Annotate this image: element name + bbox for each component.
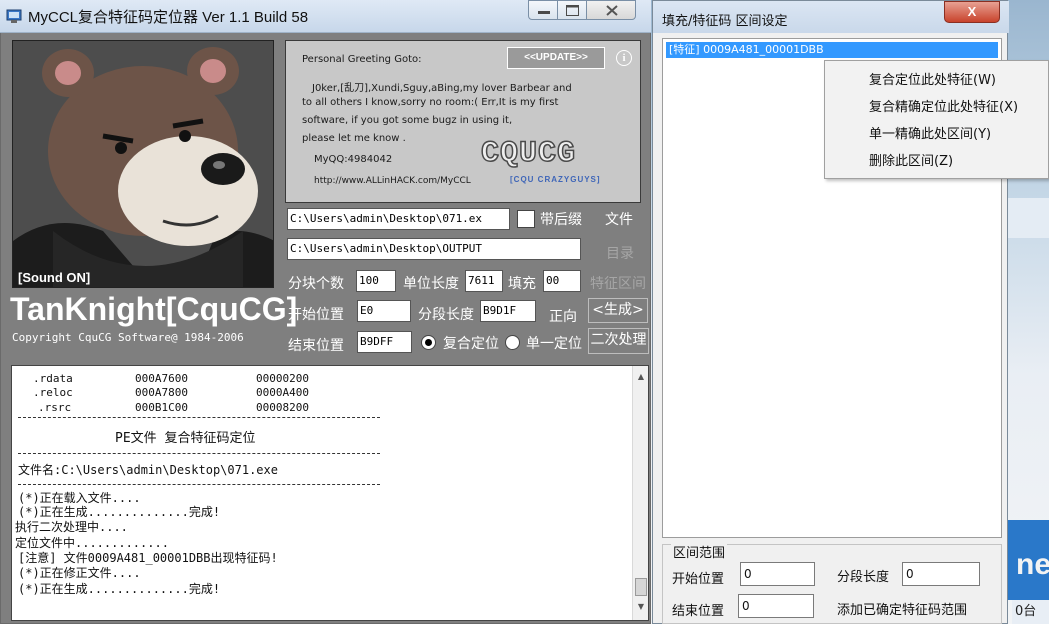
copyright-text: Copyright CquCG Software@ 1984-2006 [12,331,244,344]
file-button[interactable]: 文件 [605,209,633,229]
avatar-image [12,40,274,288]
section-address: 000B1C00 [135,401,188,414]
block-count-label: 分块个数 [288,276,344,292]
log-heading: PE文件 复合特征码定位 [115,431,256,446]
app-icon [6,9,22,23]
bear-illustration [13,41,273,287]
second-process-button[interactable]: 二次处理 [588,328,649,354]
section-size: 00008200 [256,401,309,414]
minimize-icon [538,11,550,14]
cqucg-logo-subtitle: [CQU CRAZYGUYS] [510,175,601,184]
single-locate-radio[interactable] [505,335,520,350]
greeting-line: software, if you got some bugz in using … [302,115,513,126]
menu-item-composite-locate[interactable]: 复合定位此处特征(W) [869,69,996,88]
section-name: .reloc [33,386,73,399]
log-line: (*)正在修正文件.... [18,566,141,580]
range-window-title: 填充/特征码 区间设定 [662,14,788,29]
log-output[interactable]: .rdata 000A7600 00000200 .reloc 000A7800… [11,365,649,621]
radio-selected-dot [425,339,432,346]
suffix-checkbox-label: 带后缀 [540,212,582,228]
unit-length-label: 单位长度 [403,276,459,292]
main-title-bar[interactable]: MyCCL复合特征码定位器 Ver 1.1 Build 58 [0,0,651,33]
greeting-line: J0ker,[乱刀],Xundi,Sguy,aBing,my lover Bar… [312,83,572,94]
block-count-input[interactable]: 100 [356,270,396,292]
maximize-icon [566,5,579,16]
segment-length-input[interactable]: B9D1F [480,300,536,322]
section-address: 000A7800 [135,386,188,399]
info-icon[interactable]: i [616,50,632,66]
close-icon [606,5,618,16]
desktop-window-fragment [1008,198,1049,238]
greeting-heading: Personal Greeting Goto: [302,54,422,65]
section-name: .rdata [33,372,73,385]
list-item[interactable]: [特征] 0009A481_00001DBB [666,42,998,58]
greeting-line: to all others I know,sorry no room:( Err… [302,97,559,108]
log-separator [18,453,380,454]
fill-input[interactable]: 00 [543,270,581,292]
minimize-button[interactable] [528,0,558,20]
scroll-up-icon[interactable]: ▲ [633,372,648,381]
composite-locate-radio[interactable] [421,335,436,350]
main-window-title: MyCCL复合特征码定位器 Ver 1.1 Build 58 [28,9,309,26]
desktop-partial-text-2: 0台 [1012,600,1049,624]
greeting-url[interactable]: http://www.ALLinHACK.com/MyCCL [314,176,471,186]
greeting-qq: MyQQ:4984042 [314,154,393,165]
feature-range-button[interactable]: 特征区间 [590,273,646,293]
log-line: (*)正在生成..............完成! [18,505,221,519]
log-line: 定位文件中............. [15,536,169,550]
dir-button[interactable]: 目录 [606,243,634,263]
menu-item-single-precise-range[interactable]: 单一精确此处区间(Y) [869,123,991,142]
section-name: .rsrc [38,401,72,414]
start-position-label: 开始位置 [288,307,344,323]
end-position-label: 结束位置 [288,338,344,354]
range-start-label: 开始位置 [672,572,725,587]
update-button[interactable]: <<UPDATE>> [507,47,605,69]
single-locate-label: 单一定位 [526,336,582,352]
range-seg-length-input[interactable]: 0 [902,562,980,586]
greeting-panel: Personal Greeting Goto: <<UPDATE>> i J0k… [285,40,641,203]
close-button[interactable] [586,0,636,20]
direction-label[interactable]: 正向 [549,306,577,326]
menu-item-delete-range[interactable]: 删除此区间(Z) [869,150,953,169]
add-confirmed-range-button[interactable]: 添加已确定特征码范围 [837,599,967,618]
composite-locate-label: 复合定位 [443,336,499,352]
menu-item-composite-precise-locate[interactable]: 复合精确定位此处特征(X) [869,96,1018,115]
sound-toggle[interactable]: [Sound ON] [18,270,90,285]
suffix-checkbox[interactable] [517,210,535,228]
end-position-input[interactable]: B9DFF [357,331,412,353]
close-icon[interactable]: X [944,1,1000,23]
scroll-down-icon[interactable]: ▼ [633,602,648,611]
range-end-input[interactable]: 0 [738,594,814,618]
generate-button[interactable]: <生成> [588,298,648,323]
greeting-line: please let me know . [302,133,406,144]
range-group-label: 区间范围 [671,542,728,561]
range-seg-length-label: 分段长度 [837,570,890,585]
log-separator [18,484,380,485]
section-size: 00000200 [256,372,309,385]
range-window-title-bar[interactable]: 填充/特征码 区间设定 X [653,1,1009,33]
output-path-input[interactable]: C:\Users\admin\Desktop\OUTPUT [287,238,581,260]
unit-length-input[interactable]: 7611 [465,270,503,292]
range-end-label: 结束位置 [672,604,725,619]
start-position-input[interactable]: E0 [357,300,411,322]
context-menu: 复合定位此处特征(W) 复合精确定位此处特征(X) 单一精确此处区间(Y) 删除… [824,60,1049,179]
range-start-input[interactable]: 0 [740,562,815,586]
section-size: 0000A400 [256,386,309,399]
log-line: (*)正在生成..............完成! [18,582,221,596]
segment-length-label: 分段长度 [418,307,474,323]
log-separator [18,417,380,418]
brand-logo: TanKnight[CquCG] [10,291,298,327]
section-address: 000A7600 [135,372,188,385]
log-line: (*)正在载入文件.... [18,491,141,505]
file-path-input[interactable]: C:\Users\admin\Desktop\071.ex [287,208,510,230]
log-line: [注意] 文件0009A481_00001DBB出现特征码! [18,551,278,565]
scroll-thumb[interactable] [635,578,647,596]
log-scrollbar[interactable]: ▲ ▼ [632,366,648,620]
desktop-partial-text: ne [1016,548,1049,581]
cqucg-logo: CQUCG [480,136,577,172]
log-filename: 文件名:C:\Users\admin\Desktop\071.exe [18,463,278,477]
fill-label: 填充 [508,276,536,292]
log-line: 执行二次处理中.... [15,520,128,534]
maximize-button[interactable] [557,0,587,20]
